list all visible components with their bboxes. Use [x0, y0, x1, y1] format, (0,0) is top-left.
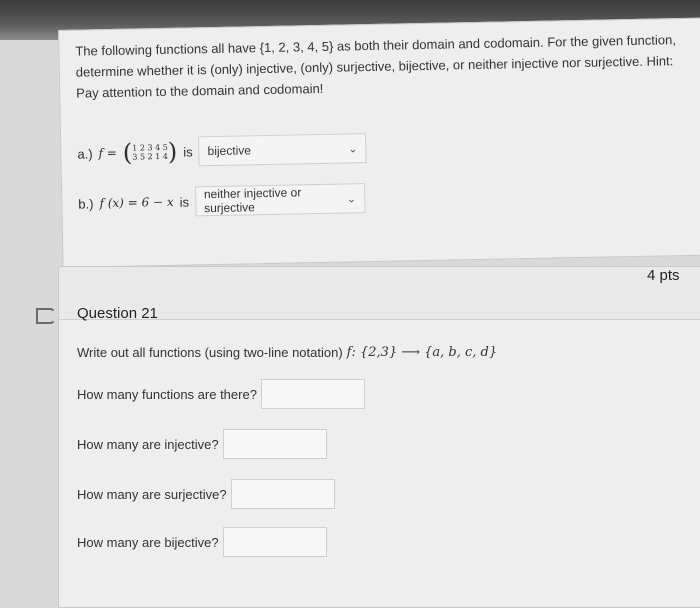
function-symbol: f =: [98, 145, 117, 161]
part-b-answer-select[interactable]: neither injective or surjective ⌄: [194, 183, 366, 217]
part-a-row: a.) f = ( 1 2 3 4 5 3 5 2 1 4 ) is bijec…: [77, 133, 367, 169]
two-line-notation: ( 1 2 3 4 5 3 5 2 1 4 ): [122, 137, 178, 167]
instruction-text: Write out all functions (using two-line …: [77, 345, 343, 360]
injective-count-label: How many are injective?: [77, 436, 219, 452]
part-a-label: a.): [77, 145, 93, 162]
part-a-answer-select[interactable]: bijective ⌄: [198, 133, 367, 167]
is-label: is: [183, 143, 193, 160]
part-b-row: b.) f (x) = 6 − x is neither injective o…: [78, 183, 366, 218]
injective-count-row: How many are injective?: [77, 429, 327, 459]
part-a-selected-value: bijective: [207, 143, 252, 159]
function-expression: f (x) = 6 − x: [99, 194, 174, 211]
surjective-count-input[interactable]: [230, 479, 335, 509]
injective-count-input[interactable]: [222, 429, 327, 459]
function-definition: f: {2,3} ⟶ {a, b, c, d}: [346, 345, 498, 360]
part-b-label: b.): [78, 195, 94, 212]
is-label: is: [179, 194, 190, 210]
flag-question-icon[interactable]: [36, 308, 56, 324]
part-b-selected-value: neither injective or surjective: [203, 185, 302, 216]
surjective-count-label: How many are surjective?: [77, 486, 227, 502]
question-instructions: The following functions all have {1, 2, …: [75, 29, 696, 104]
functions-count-row: How many functions are there?: [77, 379, 365, 409]
bijective-count-label: How many are bijective?: [77, 534, 219, 550]
surjective-count-row: How many are surjective?: [77, 479, 335, 509]
functions-count-label: How many functions are there?: [77, 386, 257, 402]
question-points: 4 pts: [647, 267, 680, 284]
functions-count-input[interactable]: [260, 379, 365, 409]
bijective-count-row: How many are bijective?: [77, 527, 327, 557]
question-21-card: Question 21 4 pts Write out all function…: [58, 266, 700, 608]
image-row: 3 5 2 1 4: [132, 151, 169, 162]
question-instruction: Write out all functions (using two-line …: [77, 345, 497, 360]
chevron-down-icon: ⌄: [346, 192, 357, 205]
bijective-count-input[interactable]: [222, 527, 327, 557]
previous-question-card: The following functions all have {1, 2, …: [58, 17, 700, 268]
question-header: Question 21 4 pts: [59, 267, 700, 322]
chevron-down-icon: ⌄: [348, 142, 358, 155]
question-title: Question 21: [77, 305, 158, 322]
